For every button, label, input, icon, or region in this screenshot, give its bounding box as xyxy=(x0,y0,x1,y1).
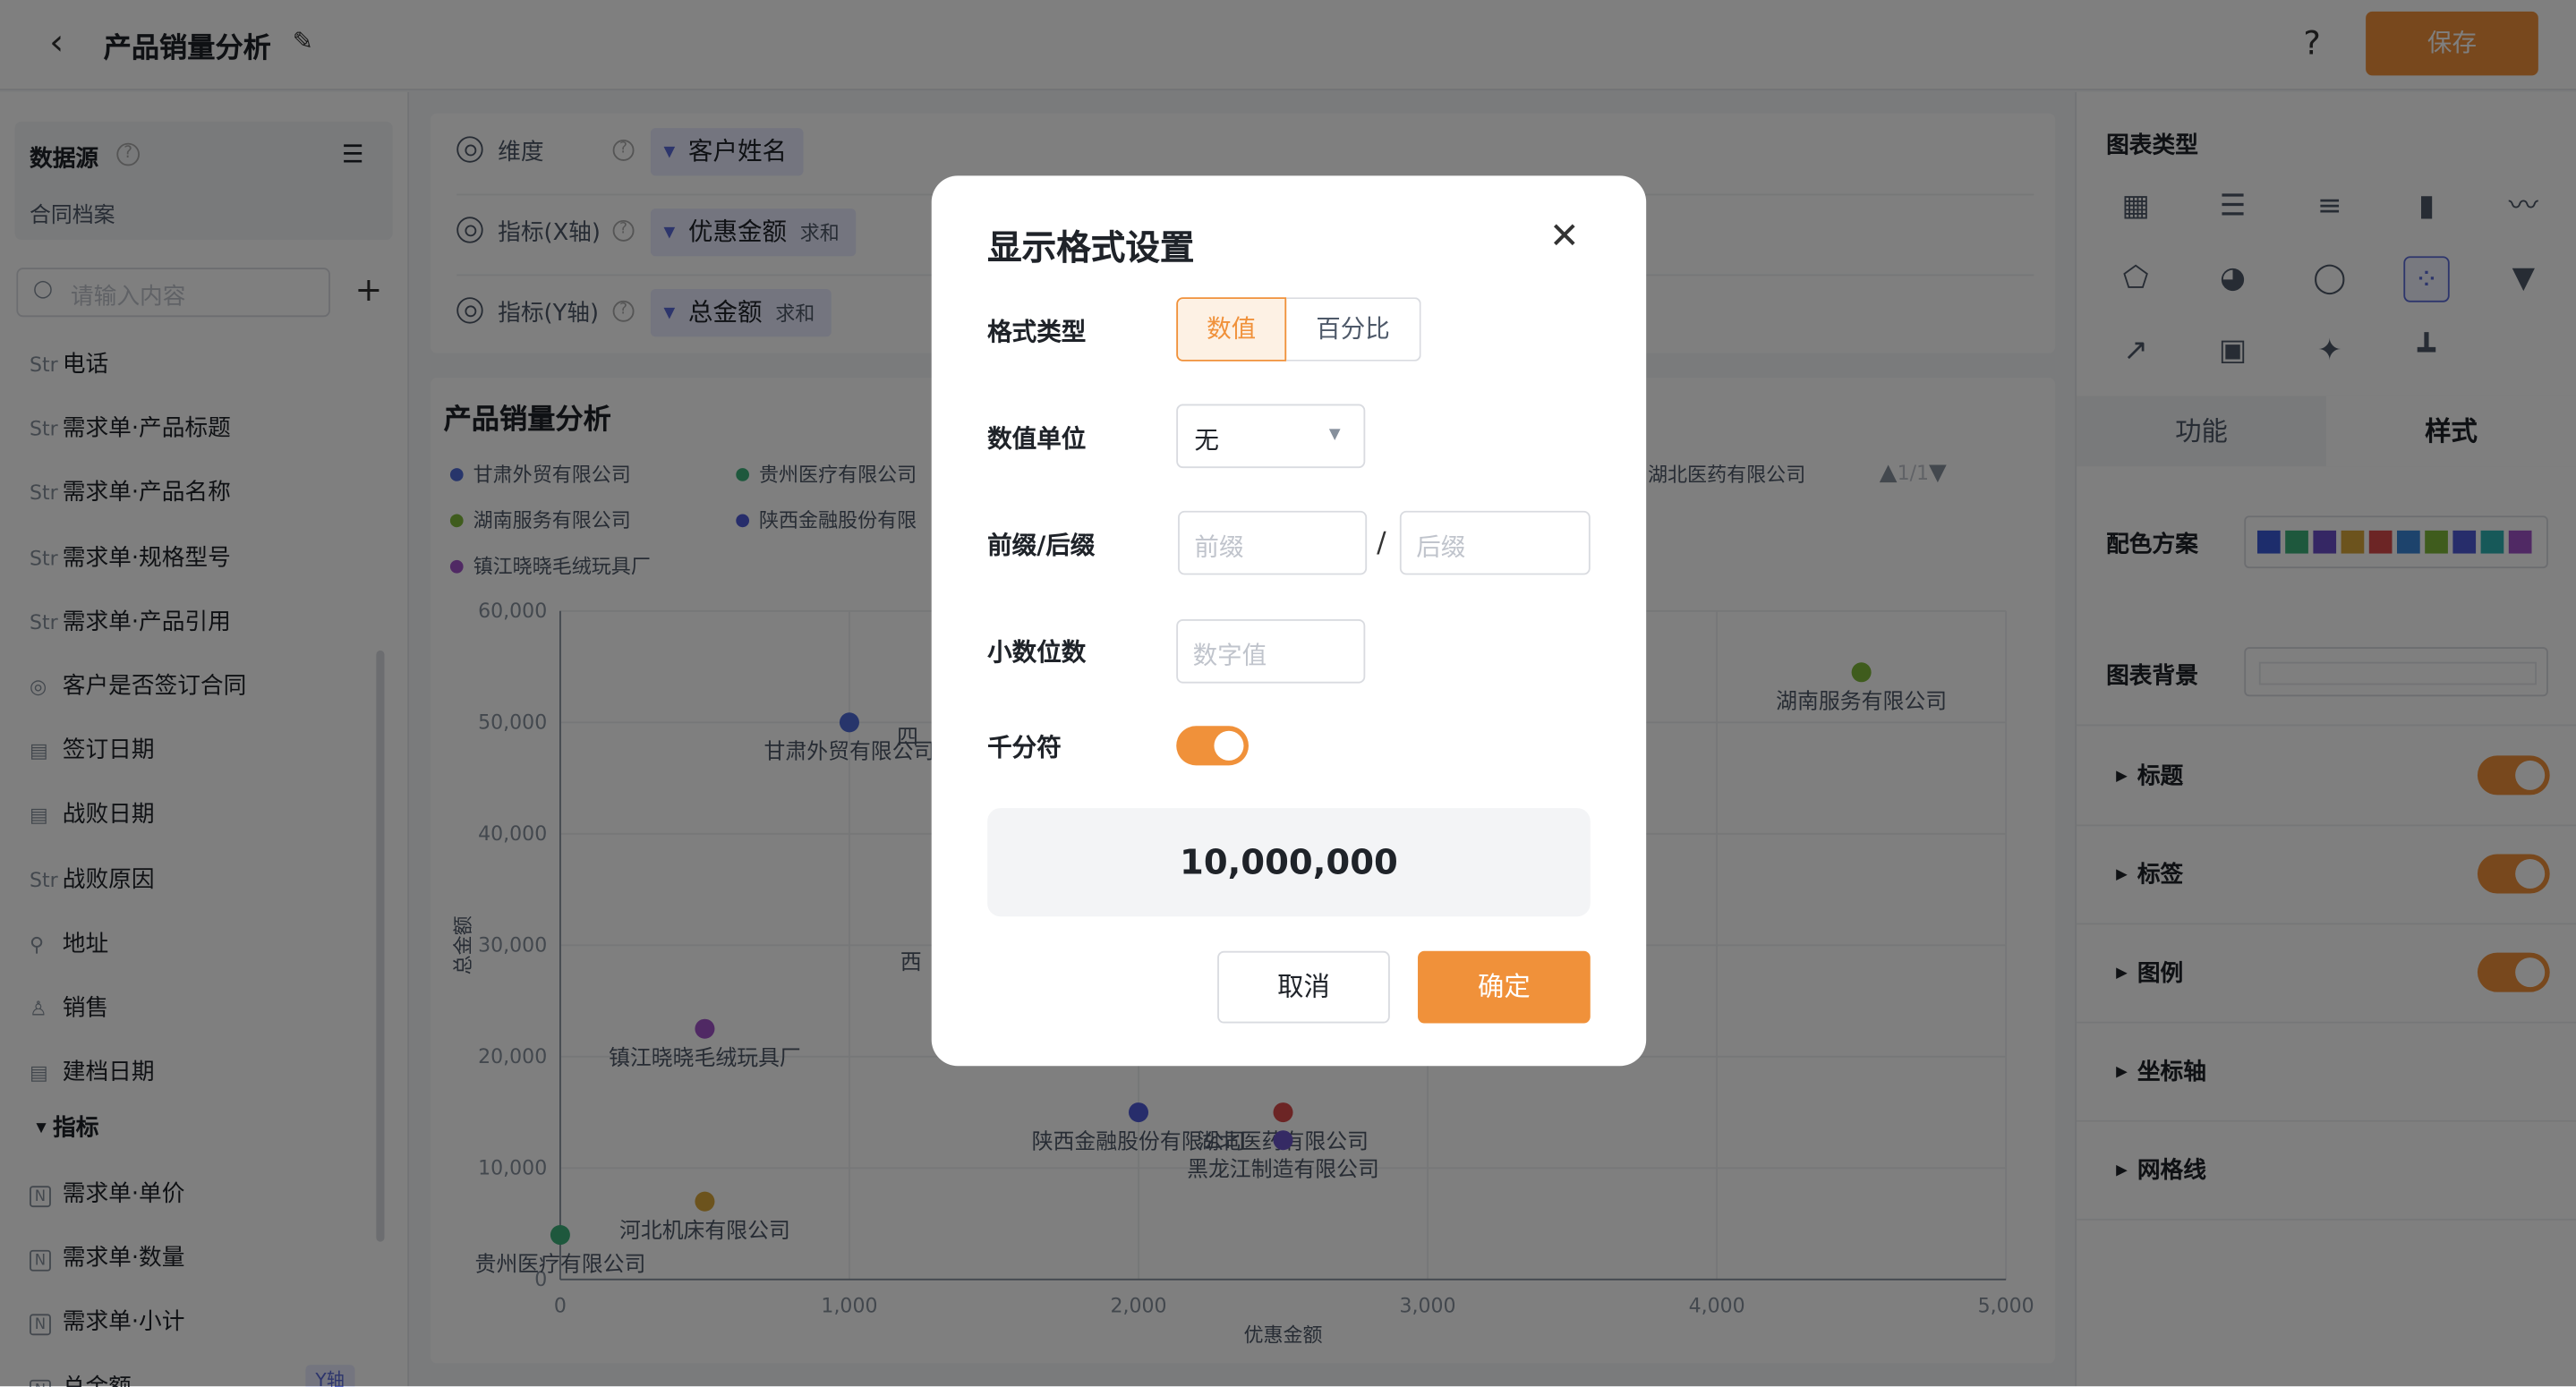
dialog-title: 显示格式设置 xyxy=(987,228,1195,268)
decimal-input[interactable]: 数字值 xyxy=(1176,618,1366,684)
format-preview: 10,000,000 xyxy=(987,808,1591,917)
format-settings-dialog: 显示格式设置 ✕ 格式类型 数值 百分比 数值单位 无 ▼ 前缀/后缀 前缀 /… xyxy=(931,175,1647,1067)
affix-separator: / xyxy=(1377,527,1386,560)
decimal-placeholder: 数字值 xyxy=(1192,640,1267,670)
affix-label: 前缀/后缀 xyxy=(987,530,1096,560)
unit-label: 数值单位 xyxy=(987,423,1087,454)
prefix-input[interactable]: 前缀 xyxy=(1178,510,1368,575)
caret-down-icon: ▼ xyxy=(1328,427,1341,444)
confirm-button[interactable]: 确定 xyxy=(1418,950,1591,1024)
app-root: ‹ 产品销量分析 ✎ ? 保存 数据源 ? ☰ 合同档案 ○ 请输入内容 + S… xyxy=(0,0,2576,1387)
unit-value: 无 xyxy=(1194,425,1219,455)
format-percent-option[interactable]: 百分比 xyxy=(1286,297,1421,362)
decimal-label: 小数位数 xyxy=(987,637,1087,668)
prefix-placeholder: 前缀 xyxy=(1194,532,1244,562)
thousands-toggle[interactable] xyxy=(1176,726,1249,766)
close-icon[interactable]: ✕ xyxy=(1549,217,1580,258)
suffix-placeholder: 后缀 xyxy=(1416,532,1466,562)
cancel-button[interactable]: 取消 xyxy=(1217,950,1390,1024)
unit-select[interactable]: 无 ▼ xyxy=(1176,404,1366,469)
suffix-input[interactable]: 后缀 xyxy=(1399,510,1591,575)
thousands-label: 千分符 xyxy=(987,732,1062,762)
format-type-label: 格式类型 xyxy=(987,317,1087,347)
format-numeric-option[interactable]: 数值 xyxy=(1176,297,1287,362)
